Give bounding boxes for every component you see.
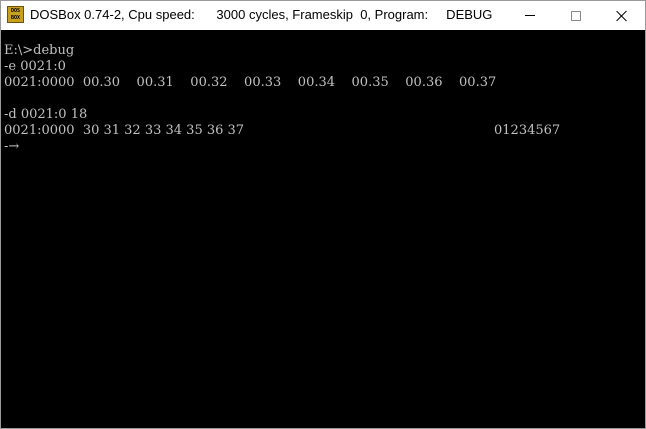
close-button[interactable]	[599, 1, 645, 30]
app-icon-label: DOS BOX	[10, 8, 21, 21]
dosbox-window: DOS BOX DOSBox 0.74-2, Cpu speed: 3000 c…	[0, 0, 646, 429]
console-line-prompt: E:\>debug	[4, 43, 75, 58]
console-line-dump-command: -d 0021:0 18	[4, 107, 88, 122]
dosbox-app-icon[interactable]: DOS BOX	[7, 6, 24, 23]
window-title: DOSBox 0.74-2, Cpu speed: 3000 cycles, F…	[30, 7, 493, 22]
maximize-icon	[571, 10, 581, 21]
dump-hex-bytes: 0021:0000 30 31 32 33 34 35 36 37	[4, 123, 245, 138]
maximize-button[interactable]	[553, 1, 599, 30]
close-icon	[616, 10, 628, 22]
console-screen[interactable]: E:\>debug -e 0021:0 0021:0000 00.30 00.3…	[1, 30, 645, 428]
dump-ascii-text: 01234567	[494, 123, 561, 138]
minimize-icon	[525, 15, 535, 16]
console-line-enter-output: 0021:0000 00.30 00.31 00.32 00.33 00.34 …	[4, 75, 497, 90]
title-bar[interactable]: DOS BOX DOSBox 0.74-2, Cpu speed: 3000 c…	[1, 1, 645, 30]
console-line-dump-output: 0021:0000 30 31 32 33 34 35 36 37 012345…	[4, 123, 560, 139]
console-line-enter-command: -e 0021:0	[4, 59, 66, 74]
minimize-button[interactable]	[507, 1, 553, 30]
console-cursor-prompt: -→	[4, 139, 20, 154]
